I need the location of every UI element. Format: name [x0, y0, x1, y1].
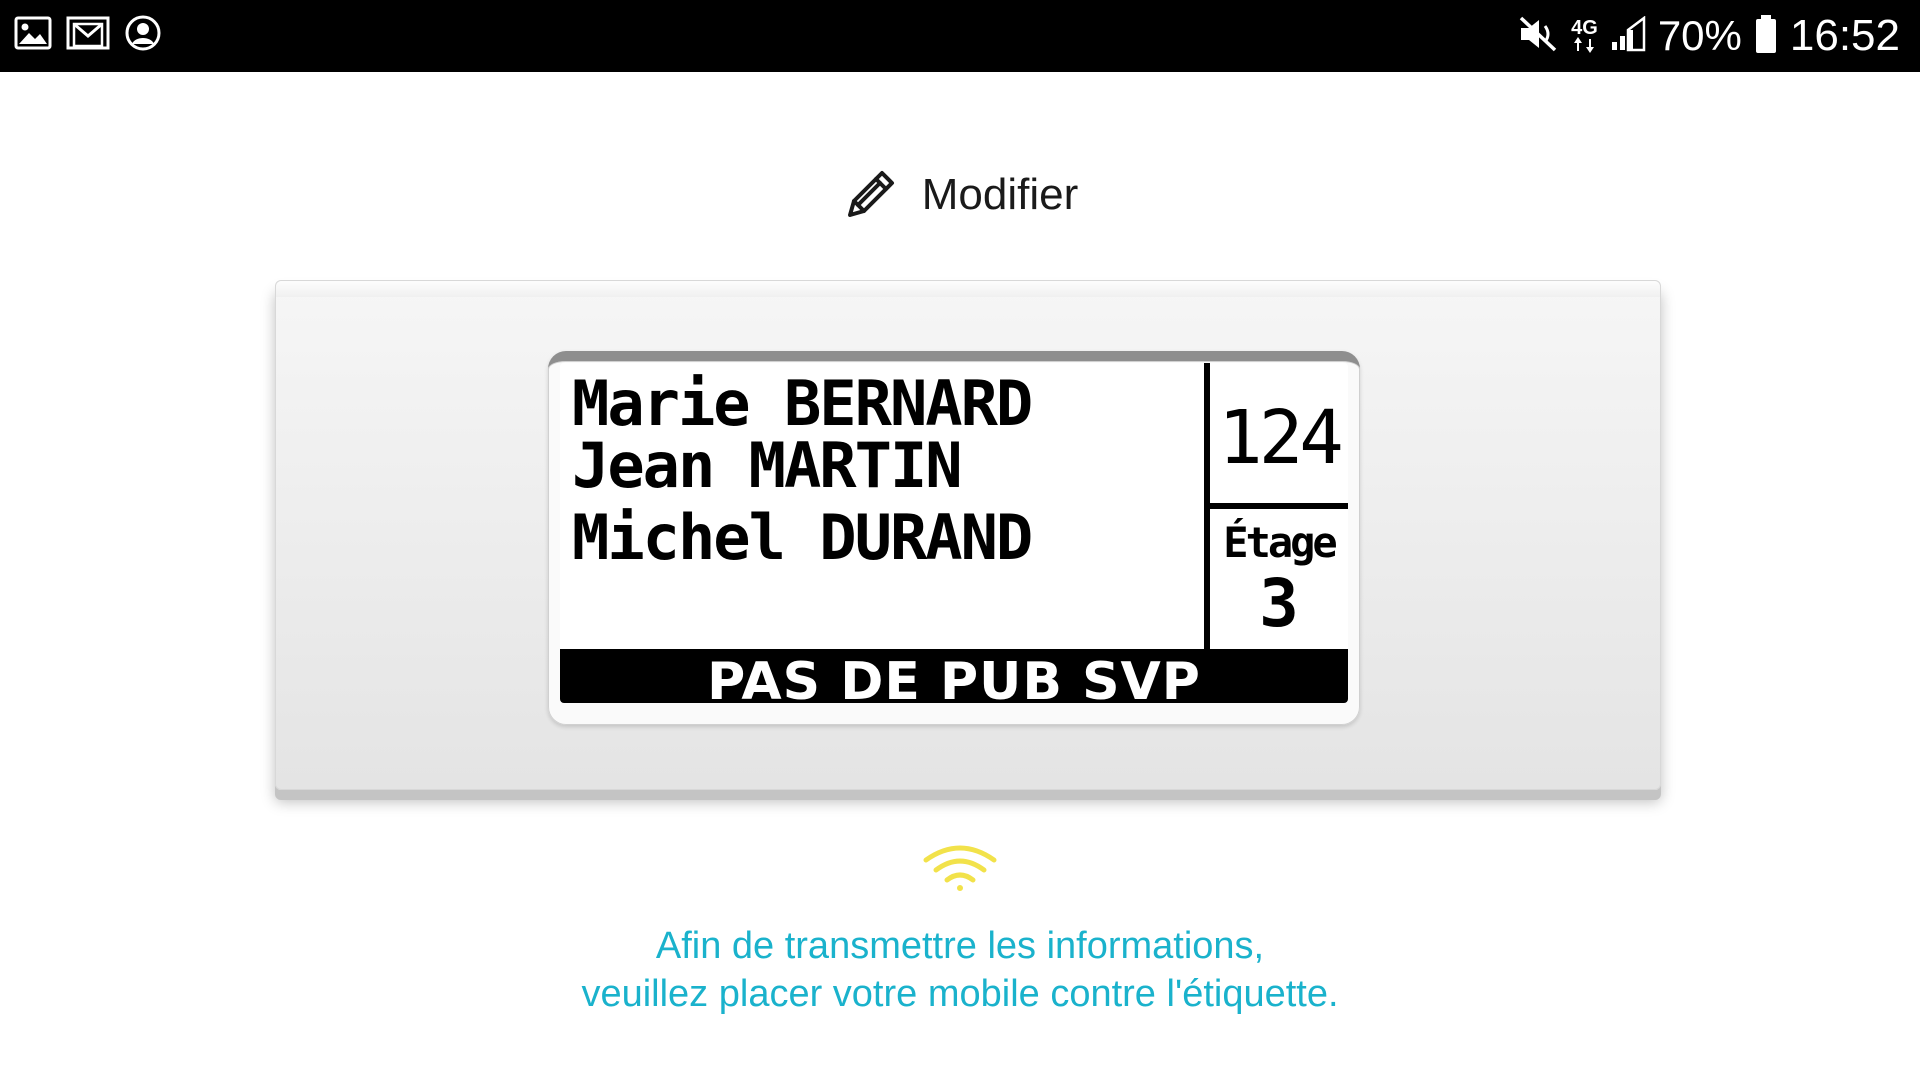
resident-name: Marie BERNARD	[572, 367, 1033, 440]
gallery-icon	[14, 16, 52, 54]
floor-number: 3	[1259, 565, 1299, 642]
apartment-number: 124	[1218, 395, 1344, 481]
edit-button[interactable]: Modifier	[0, 160, 1920, 230]
resident-name: Jean MARTIN	[572, 429, 963, 502]
device-top-edge	[276, 281, 1660, 297]
battery-icon	[1754, 14, 1778, 58]
eink-screen: Marie BERNARD Jean MARTIN Michel DURAND …	[560, 363, 1348, 703]
account-icon	[124, 14, 162, 56]
edit-label: Modifier	[921, 170, 1079, 219]
floor-label: Étage	[1223, 518, 1337, 567]
display-bezel: Marie BERNARD Jean MARTIN Michel DURAND …	[548, 351, 1360, 725]
mail-icon	[66, 16, 110, 54]
nfc-waves-icon	[920, 842, 1000, 892]
footer-message: PAS DE PUB SVP	[707, 652, 1201, 703]
status-bar: 4G 70% 16:52	[0, 0, 1920, 72]
nfc-instructions: Afin de transmettre les informations, ve…	[0, 922, 1920, 1018]
battery-percent: 70%	[1657, 12, 1742, 59]
label-device-preview: Marie BERNARD Jean MARTIN Michel DURAND …	[275, 280, 1661, 790]
signal-icon	[1610, 15, 1646, 56]
footer-bar: PAS DE PUB SVP	[560, 649, 1348, 703]
resident-name: Michel DURAND	[572, 501, 1033, 574]
resident-names: Marie BERNARD Jean MARTIN Michel DURAND	[572, 373, 1172, 569]
network-type-label: 4G	[1571, 17, 1598, 39]
status-bar-right: 4G 70% 16:52	[1517, 8, 1900, 64]
pencil-icon	[842, 165, 900, 225]
clock: 16:52	[1789, 11, 1900, 60]
instruction-line-1: Afin de transmettre les informations,	[655, 925, 1265, 967]
instruction-line-2: veuillez placer votre mobile contre l'ét…	[581, 973, 1339, 1015]
network-4g-icon: 4G	[1571, 17, 1598, 53]
screen-divider-horizontal	[1204, 503, 1348, 509]
status-bar-left	[14, 14, 162, 56]
vibrate-mute-icon	[1517, 14, 1559, 58]
